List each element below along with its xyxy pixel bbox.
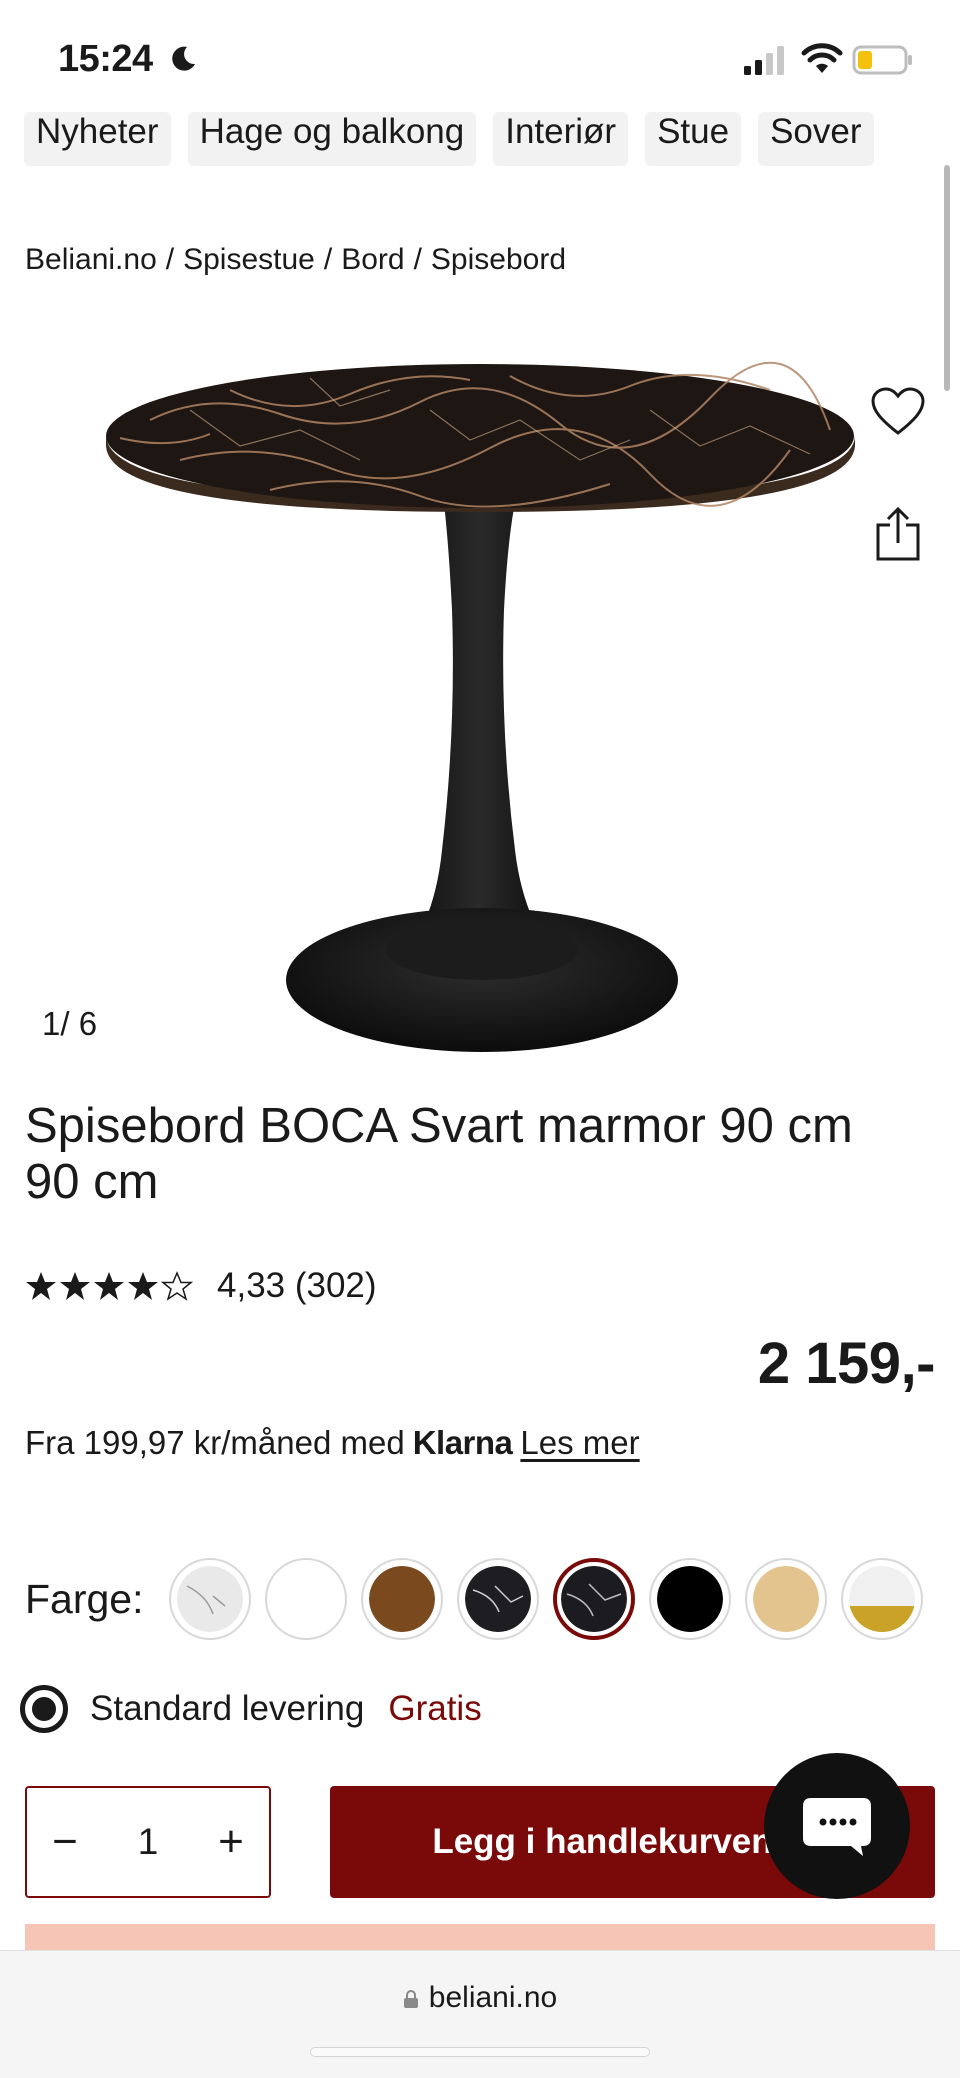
- product-image[interactable]: [90, 350, 870, 1070]
- breadcrumb-spisebord[interactable]: Spisebord: [431, 243, 566, 276]
- star-full-icon: [60, 1272, 90, 1300]
- rating-stars: [25, 1270, 195, 1302]
- color-selector: Farge:: [25, 1558, 937, 1640]
- swatch-light-wood[interactable]: [745, 1558, 827, 1640]
- color-label: Farge:: [25, 1575, 144, 1622]
- star-empty-icon: [161, 1271, 193, 1301]
- quantity-value[interactable]: 1: [138, 1821, 159, 1863]
- browser-address-bar[interactable]: beliani.no: [0, 1950, 960, 2078]
- product-price: 2 159,-: [757, 1331, 936, 1396]
- cellular-signal-icon: [744, 46, 784, 75]
- swatch-brown-wood[interactable]: [361, 1558, 443, 1640]
- delivery-radio[interactable]: [20, 1685, 68, 1733]
- klarna-prefix: Fra 199,97 kr/måned med: [25, 1424, 405, 1461]
- status-bar: 15:24: [0, 0, 960, 110]
- swatch-white-marble-gold[interactable]: [841, 1558, 923, 1640]
- scrollbar[interactable]: [944, 165, 950, 391]
- swatch-black-marble-white[interactable]: [457, 1558, 539, 1640]
- quantity-decrease-button[interactable]: −: [45, 1820, 85, 1864]
- lock-icon: [403, 1990, 418, 2008]
- quantity-increase-button[interactable]: +: [211, 1820, 251, 1864]
- delivery-option[interactable]: Standard levering Gratis: [20, 1685, 482, 1733]
- swatch-black[interactable]: [649, 1558, 731, 1640]
- delivery-label: Standard levering: [90, 1689, 365, 1728]
- breadcrumb-separator: /: [165, 243, 175, 276]
- status-time: 15:24: [58, 38, 153, 80]
- klarna-financing: Fra 199,97 kr/måned med Klarna Les mer: [25, 1424, 640, 1462]
- share-icon[interactable]: [872, 505, 924, 563]
- swatch-black-marble-selected[interactable]: [553, 1558, 635, 1640]
- klarna-logo: Klarna: [412, 1424, 513, 1461]
- category-sover[interactable]: Sover: [758, 112, 874, 166]
- breadcrumb-bord[interactable]: Bord: [341, 243, 404, 276]
- breadcrumb: Beliani.no / Spisestue / Bord / Spisebord: [25, 243, 575, 277]
- star-full-icon: [26, 1272, 56, 1300]
- category-nav: Nyheter Hage og balkong Interiør Stue Sover: [24, 112, 960, 166]
- star-full-icon: [128, 1272, 158, 1300]
- battery-icon: [852, 45, 912, 75]
- rating-text: 4,33 (302): [217, 1266, 377, 1305]
- delivery-price: Gratis: [388, 1689, 482, 1728]
- category-stue[interactable]: Stue: [645, 112, 742, 166]
- image-counter: 1/ 6: [42, 1005, 98, 1042]
- heart-icon[interactable]: [870, 386, 926, 438]
- breadcrumb-separator: /: [323, 243, 333, 276]
- product-rating[interactable]: 4,33 (302): [25, 1265, 377, 1307]
- breadcrumb-home[interactable]: Beliani.no: [25, 243, 157, 276]
- category-nyheter[interactable]: Nyheter: [24, 112, 171, 166]
- quantity-stepper: − 1 +: [25, 1786, 271, 1898]
- url-text[interactable]: beliani.no: [429, 1981, 557, 2014]
- wifi-icon: [801, 43, 843, 73]
- breadcrumb-separator: /: [413, 243, 422, 276]
- moon-icon: [172, 46, 195, 71]
- klarna-read-more-link[interactable]: Les mer: [520, 1424, 639, 1462]
- star-full-icon: [94, 1272, 124, 1300]
- chat-bubble-icon: [803, 1798, 871, 1856]
- swatch-white[interactable]: [265, 1558, 347, 1640]
- product-title: Spisebord BOCA Svart marmor 90 cm 90 cm: [25, 1099, 853, 1209]
- home-indicator[interactable]: [310, 2047, 650, 2057]
- category-interior[interactable]: Interiør: [493, 112, 629, 166]
- promo-banner[interactable]: [25, 1924, 935, 1952]
- category-hage-og-balkong[interactable]: Hage og balkong: [187, 112, 477, 166]
- swatch-white-marble[interactable]: [169, 1558, 251, 1640]
- chat-button[interactable]: [764, 1753, 910, 1899]
- breadcrumb-spisestue[interactable]: Spisestue: [183, 243, 315, 276]
